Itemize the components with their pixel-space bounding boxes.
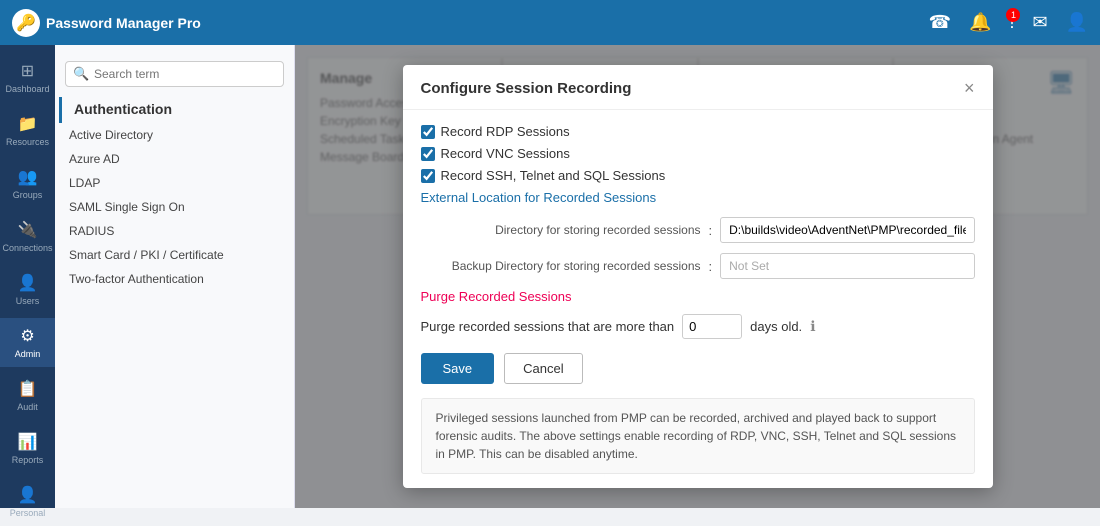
- search-input[interactable]: [65, 61, 284, 87]
- personal-icon: 👤: [18, 485, 38, 505]
- backup-label: Backup Directory for storing recorded se…: [421, 259, 701, 273]
- nav-ldap[interactable]: LDAP: [55, 171, 294, 195]
- users-icon: 👤: [18, 273, 38, 293]
- sidebar-item-label: Reports: [12, 455, 44, 465]
- purge-label-prefix: Purge recorded sessions that are more th…: [421, 319, 675, 334]
- directory-row: Directory for storing recorded sessions …: [421, 217, 975, 243]
- user-icon[interactable]: 👤: [1066, 12, 1088, 33]
- checkbox-ssh-row: Record SSH, Telnet and SQL Sessions: [421, 168, 975, 183]
- sidebar-item-audit[interactable]: 📋 Audit: [0, 371, 55, 420]
- sidebar-item-resources[interactable]: 📁 Resources: [0, 106, 55, 155]
- cancel-button[interactable]: Cancel: [504, 353, 582, 384]
- nav-active-directory[interactable]: Active Directory: [55, 123, 294, 147]
- connections-icon: 🔌: [18, 220, 38, 240]
- left-panel: 🔍 Authentication Active Directory Azure …: [55, 45, 295, 508]
- checkbox-ssh-label: Record SSH, Telnet and SQL Sessions: [441, 168, 666, 183]
- admin-icon: ⚙: [20, 326, 34, 346]
- directory-input[interactable]: [720, 217, 974, 243]
- external-location-link[interactable]: External Location for Recorded Sessions: [421, 190, 975, 205]
- top-nav-actions: ☎ 🔔 !1 ✉ 👤: [929, 12, 1088, 33]
- modal-close-button[interactable]: ×: [964, 79, 975, 97]
- purge-row: Purge recorded sessions that are more th…: [421, 314, 975, 339]
- button-row: Save Cancel: [421, 353, 975, 384]
- sidebar-item-label: Resources: [6, 137, 49, 147]
- checkbox-rdp-row: Record RDP Sessions: [421, 124, 975, 139]
- alert-icon[interactable]: !1: [1009, 12, 1014, 33]
- configure-session-modal: Configure Session Recording × Record RDP…: [403, 65, 993, 488]
- logo-icon: 🔑: [12, 9, 40, 37]
- reports-icon: 📊: [18, 432, 38, 452]
- nav-two-factor[interactable]: Two-factor Authentication: [55, 267, 294, 291]
- main-content: 🔧 Manage Password Access Requests Encryp…: [295, 45, 1100, 508]
- nav-radius[interactable]: RADIUS: [55, 219, 294, 243]
- top-nav: 🔑 Password Manager Pro ☎ 🔔 !1 ✉ 👤: [0, 0, 1100, 45]
- purge-title: Purge Recorded Sessions: [421, 289, 975, 304]
- sidebar: ⊞ Dashboard 📁 Resources 👥 Groups 🔌 Conne…: [0, 45, 55, 508]
- modal-header: Configure Session Recording ×: [403, 65, 993, 110]
- app-title: Password Manager Pro: [46, 15, 201, 31]
- backup-input[interactable]: [720, 253, 974, 279]
- bell-icon[interactable]: 🔔: [969, 12, 991, 33]
- sidebar-item-label: Dashboard: [5, 84, 49, 94]
- info-box: Privileged sessions launched from PMP ca…: [421, 398, 975, 474]
- colon-2: :: [709, 259, 713, 274]
- sidebar-item-reports[interactable]: 📊 Reports: [0, 424, 55, 473]
- purge-label-suffix: days old.: [750, 319, 802, 334]
- groups-icon: 👥: [18, 167, 38, 187]
- phone-icon[interactable]: ☎: [929, 12, 951, 33]
- sidebar-item-personal[interactable]: 👤 Personal: [0, 477, 55, 526]
- nav-azure-ad[interactable]: Azure AD: [55, 147, 294, 171]
- sidebar-item-label: Groups: [13, 190, 43, 200]
- checkbox-ssh[interactable]: [421, 169, 435, 183]
- checkbox-vnc-row: Record VNC Sessions: [421, 146, 975, 161]
- modal-body: Record RDP Sessions Record VNC Sessions …: [403, 110, 993, 488]
- sidebar-item-dashboard[interactable]: ⊞ Dashboard: [0, 53, 55, 102]
- modal-overlay: Configure Session Recording × Record RDP…: [295, 45, 1100, 508]
- audit-icon: 📋: [18, 379, 38, 399]
- search-container: 🔍: [55, 55, 294, 97]
- resources-icon: 📁: [18, 114, 38, 134]
- app-logo: 🔑 Password Manager Pro: [12, 9, 201, 37]
- nav-saml[interactable]: SAML Single Sign On: [55, 195, 294, 219]
- backup-directory-row: Backup Directory for storing recorded se…: [421, 253, 975, 279]
- sidebar-item-admin[interactable]: ⚙ Admin: [0, 318, 55, 367]
- sidebar-item-users[interactable]: 👤 Users: [0, 265, 55, 314]
- dashboard-icon: ⊞: [21, 61, 34, 81]
- checkbox-vnc-label: Record VNC Sessions: [441, 146, 570, 161]
- auth-section-title: Authentication: [59, 97, 294, 123]
- directory-label: Directory for storing recorded sessions: [421, 223, 701, 237]
- modal-title: Configure Session Recording: [421, 80, 632, 97]
- checkbox-vnc[interactable]: [421, 147, 435, 161]
- info-icon[interactable]: ℹ: [810, 318, 815, 335]
- checkbox-rdp[interactable]: [421, 125, 435, 139]
- checkbox-rdp-label: Record RDP Sessions: [441, 124, 570, 139]
- sidebar-item-label: Audit: [17, 402, 38, 412]
- save-button[interactable]: Save: [421, 353, 495, 384]
- main-layout: ⊞ Dashboard 📁 Resources 👥 Groups 🔌 Conne…: [0, 45, 1100, 508]
- sidebar-item-groups[interactable]: 👥 Groups: [0, 159, 55, 208]
- search-icon: 🔍: [73, 66, 89, 82]
- nav-smart-card[interactable]: Smart Card / PKI / Certificate: [55, 243, 294, 267]
- mail-icon[interactable]: ✉: [1032, 12, 1047, 33]
- purge-days-input[interactable]: [682, 314, 742, 339]
- sidebar-item-connections[interactable]: 🔌 Connections: [0, 212, 55, 261]
- alert-badge: 1: [1006, 8, 1020, 22]
- sidebar-item-label: Personal: [10, 508, 46, 518]
- sidebar-item-label: Users: [16, 296, 40, 306]
- colon-1: :: [709, 223, 713, 238]
- sidebar-item-label: Admin: [15, 349, 41, 359]
- sidebar-item-label: Connections: [2, 243, 52, 253]
